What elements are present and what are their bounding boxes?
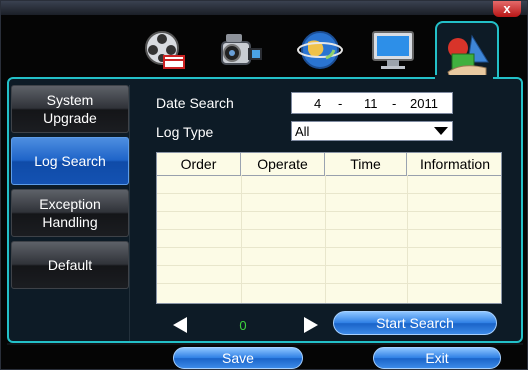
sidebar-item-label: Handling	[42, 214, 98, 230]
date-day-value[interactable]: 4	[314, 96, 321, 111]
sidebar-item-label: Exception	[39, 196, 101, 212]
sidebar-item-label: Log Search	[34, 153, 106, 169]
title-bar	[1, 1, 527, 15]
film-reel-icon	[145, 31, 185, 69]
log-table: Order Operate Time Information	[156, 152, 502, 304]
globe-icon	[297, 31, 343, 69]
date-search-label: Date Search	[156, 95, 234, 111]
log-type-select[interactable]: All	[291, 121, 453, 141]
table-row	[157, 283, 501, 284]
grid-line	[241, 175, 242, 303]
log-search-window: x System Upgrade Log Search Exception Ha…	[0, 0, 528, 370]
tab-panel-connector	[435, 75, 493, 79]
column-header-order[interactable]: Order	[157, 153, 241, 175]
next-page-icon[interactable]	[304, 317, 318, 333]
log-type-value: All	[295, 124, 310, 139]
sidebar-item-label: System	[46, 92, 94, 108]
column-header-operate[interactable]: Operate	[241, 153, 325, 175]
table-row	[157, 211, 501, 212]
sidebar-item-log-search[interactable]: Log Search	[11, 137, 129, 185]
table-row	[157, 247, 501, 248]
date-separator: -	[392, 96, 397, 111]
top-icon-tabs	[7, 15, 523, 91]
date-month-value[interactable]: 11	[364, 96, 378, 111]
grid-line	[325, 175, 326, 303]
start-search-button[interactable]: Start Search	[333, 311, 497, 335]
sidebar-item-default[interactable]: Default	[11, 241, 129, 289]
date-year-value[interactable]: 2011	[410, 96, 438, 111]
sidebar-item-system-upgrade[interactable]: System Upgrade	[11, 85, 129, 133]
display-tab[interactable]	[367, 23, 421, 77]
record-tab[interactable]	[137, 23, 191, 77]
video-camera-icon	[221, 34, 262, 65]
chevron-down-icon[interactable]	[434, 127, 448, 135]
table-row	[157, 229, 501, 230]
date-separator: -	[338, 96, 343, 111]
save-button[interactable]: Save	[173, 347, 303, 369]
sidebar-item-label: Default	[47, 257, 93, 273]
footer-divider	[7, 343, 523, 345]
network-tab[interactable]	[293, 23, 347, 77]
page-number: 0	[239, 318, 247, 333]
table-header: Order Operate Time Information	[157, 153, 501, 176]
column-header-time[interactable]: Time	[325, 153, 407, 175]
camera-tab[interactable]	[215, 23, 269, 77]
column-header-information[interactable]: Information	[407, 153, 501, 175]
monitor-icon	[372, 31, 414, 69]
log-type-label: Log Type	[156, 124, 214, 140]
grid-line	[407, 175, 408, 303]
sidebar-divider	[129, 85, 130, 341]
sidebar-item-exception-handling[interactable]: Exception Handling	[11, 189, 129, 237]
exit-button[interactable]: Exit	[373, 347, 501, 369]
sidebar-item-label: Upgrade	[43, 110, 97, 126]
previous-page-icon[interactable]	[173, 317, 187, 333]
date-search-field[interactable]: 4 - 11 - 2011	[291, 92, 453, 114]
table-row	[157, 265, 501, 266]
table-row	[157, 193, 501, 194]
